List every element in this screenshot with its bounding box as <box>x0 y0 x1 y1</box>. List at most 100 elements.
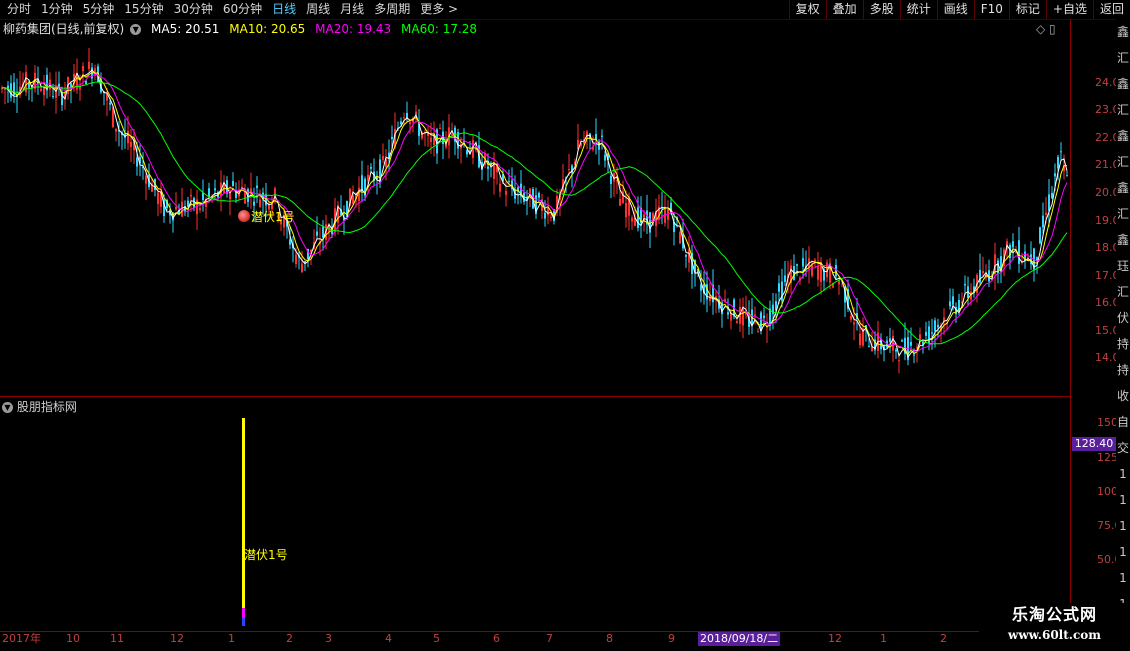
watermark-logo: 乐淘公式网 www.60lt.com <box>979 603 1130 650</box>
side-char: 珏 <box>1116 259 1129 273</box>
candle-body <box>928 326 930 344</box>
signal-label-main: 潜伏1号 <box>251 210 295 224</box>
ma20-value: MA20: 19.43 <box>315 22 392 36</box>
side-char: 鑫 <box>1116 77 1129 91</box>
multi-stock-button[interactable]: 多股 <box>862 0 900 19</box>
candle-body <box>199 208 201 211</box>
candle-body <box>601 135 603 137</box>
candle-body <box>361 175 363 192</box>
x-tick: 2 <box>286 632 293 645</box>
mark-button[interactable]: 标记 <box>1008 0 1046 19</box>
x-tick: 7 <box>546 632 553 645</box>
period-tabs: 分时 1分钟 5分钟 15分钟 30分钟 60分钟 日线 周线 月线 多周期 更… <box>2 0 463 19</box>
indicator-chart[interactable] <box>0 418 1070 630</box>
candle-body <box>538 192 540 198</box>
statistics-button[interactable]: 统计 <box>899 0 937 19</box>
side-panel-edge[interactable]: 鑫 汇 鑫 汇 鑫 汇 鑫 汇 鑫 珏 汇 伏 持 持 收 自 交 1 1 1 … <box>1116 19 1130 631</box>
tab-30min[interactable]: 30分钟 <box>169 0 218 19</box>
candle-body <box>796 264 798 266</box>
chevron-down-icon[interactable]: ▼ <box>130 24 142 35</box>
x-tick: 1 <box>228 632 235 645</box>
candle-body <box>187 200 189 207</box>
x-tick: 2 <box>940 632 947 645</box>
candle-body <box>400 121 402 125</box>
chart-info-bar: 柳药集团(日线,前复权) ▼ MA5: 20.51 MA10: 20.65 MA2… <box>0 20 1070 38</box>
candle-body <box>964 283 966 286</box>
tab-multi-period[interactable]: 多周期 <box>369 0 415 19</box>
watermark-url: www.60lt.com <box>1008 628 1101 642</box>
tab-more[interactable]: 更多 > <box>415 0 463 19</box>
candle-body <box>430 137 432 142</box>
candle-body <box>259 199 261 207</box>
x-tick: 8 <box>606 632 613 645</box>
candle-body <box>811 264 813 276</box>
candle-body <box>736 321 738 323</box>
candle-body <box>937 324 939 328</box>
tab-timeshare[interactable]: 分时 <box>2 0 36 19</box>
chevron-down-icon[interactable]: ▼ <box>2 402 13 413</box>
restore-rights-button[interactable]: 复权 <box>788 0 826 19</box>
indicator-name: 股朋指标网 <box>16 400 77 414</box>
back-button[interactable]: 返回 <box>1092 0 1130 19</box>
candle-body <box>550 216 552 218</box>
side-char: 汇 <box>1116 155 1129 169</box>
candle-body <box>817 266 819 280</box>
candle-body <box>934 320 936 332</box>
window-icons[interactable]: ◇ ▯ <box>1036 22 1056 36</box>
stock-name[interactable]: 柳药集团(日线,前复权) <box>3 22 124 36</box>
candle-body <box>679 232 681 244</box>
tab-5min[interactable]: 5分钟 <box>78 0 120 19</box>
side-char: 伏 <box>1116 311 1129 325</box>
candle-body <box>949 301 951 307</box>
candle-body <box>1045 212 1047 215</box>
candle-body <box>499 183 501 192</box>
tab-weekly[interactable]: 周线 <box>301 0 335 19</box>
candle-body <box>1042 215 1044 228</box>
candle-body <box>925 331 927 336</box>
candle-body <box>253 201 255 206</box>
tab-1min[interactable]: 1分钟 <box>36 0 78 19</box>
side-char: 自 <box>1116 415 1129 429</box>
side-char: 1 <box>1119 467 1127 481</box>
draw-line-button[interactable]: 画线 <box>936 0 974 19</box>
side-char: 1 <box>1119 545 1127 559</box>
candle-body <box>604 154 606 161</box>
x-tick: 3 <box>325 632 332 645</box>
signal-ball-icon <box>238 210 250 222</box>
side-char: 1 <box>1119 519 1127 533</box>
candlestick-chart[interactable] <box>0 38 1070 396</box>
tab-monthly[interactable]: 月线 <box>335 0 369 19</box>
candle-body <box>982 271 984 274</box>
x-tick: 10 <box>66 632 80 645</box>
tab-daily[interactable]: 日线 <box>267 0 301 19</box>
candle-body <box>898 360 900 362</box>
candle-body <box>727 312 729 315</box>
overlay-button[interactable]: 叠加 <box>825 0 863 19</box>
side-char: 交 <box>1116 441 1129 455</box>
indicator-title[interactable]: ▼ 股朋指标网 <box>2 399 77 415</box>
candle-body <box>505 190 507 195</box>
side-char: 1 <box>1119 493 1127 507</box>
candle-body <box>931 332 933 334</box>
x-tick: 12 <box>828 632 842 645</box>
candle-body <box>295 254 297 265</box>
side-char: 鑫 <box>1116 181 1129 195</box>
candle-body <box>265 194 267 206</box>
action-buttons: 复权 叠加 多股 统计 画线 F10 标记 +自选 返回 <box>788 0 1130 19</box>
side-char: 汇 <box>1116 51 1129 65</box>
x-tick: 5 <box>433 632 440 645</box>
candle-body <box>853 322 855 325</box>
x-tick: 6 <box>493 632 500 645</box>
candle-body <box>631 217 633 222</box>
candle-body <box>208 188 210 197</box>
tab-60min[interactable]: 60分钟 <box>218 0 267 19</box>
candle-body <box>115 128 117 132</box>
f10-button[interactable]: F10 <box>973 0 1009 19</box>
candle-body <box>232 181 234 186</box>
candle-body <box>370 166 372 169</box>
pane-divider[interactable] <box>0 396 1070 397</box>
candle-body <box>1066 175 1068 177</box>
tab-15min[interactable]: 15分钟 <box>119 0 168 19</box>
add-watchlist-button[interactable]: +自选 <box>1045 0 1093 19</box>
candle-body <box>778 283 780 292</box>
